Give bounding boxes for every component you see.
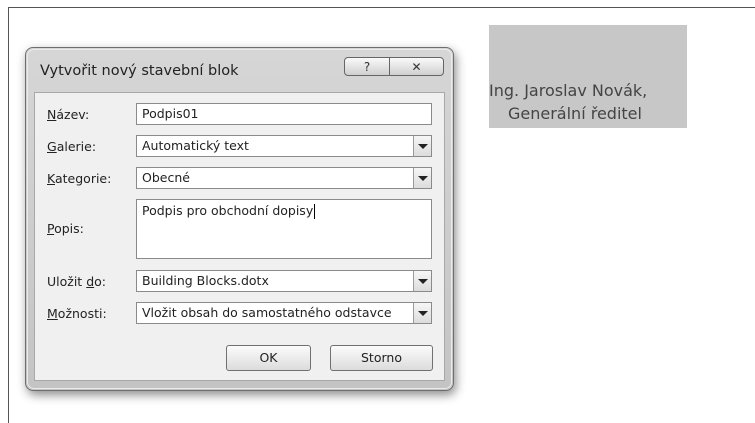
- gallery-value: Automatický text: [142, 138, 249, 153]
- name-label: Název:: [47, 107, 90, 122]
- ok-button[interactable]: OK: [226, 345, 311, 371]
- chevron-down-icon[interactable]: [413, 168, 431, 188]
- close-button[interactable]: ✕: [389, 57, 444, 76]
- name-input[interactable]: Podpis01: [136, 103, 432, 125]
- options-label: Možnosti:: [47, 306, 107, 321]
- page-top-border: [8, 7, 755, 8]
- create-building-block-dialog: Vytvořit nový stavební blok ? ✕ Název: P…: [25, 47, 454, 391]
- description-textarea[interactable]: Podpis pro obchodní dopisy: [136, 199, 432, 259]
- category-select[interactable]: Obecné: [136, 167, 432, 189]
- selected-text-line-1[interactable]: Ing. Jaroslav Novák,: [489, 81, 647, 101]
- category-value: Obecné: [142, 170, 190, 185]
- options-value: Vložit obsah do samostatného odstavce: [142, 305, 392, 320]
- text-caret: [314, 204, 316, 219]
- gallery-select[interactable]: Automatický text: [136, 135, 432, 157]
- options-select[interactable]: Vložit obsah do samostatného odstavce: [136, 302, 432, 324]
- selected-text-line-2[interactable]: Generální ředitel: [508, 104, 642, 124]
- close-icon: ✕: [411, 59, 422, 74]
- dialog-client-area: Název: Podpis01 Galerie: Automatický tex…: [34, 92, 445, 381]
- chevron-down-icon[interactable]: [413, 136, 431, 156]
- dialog-title: Vytvořit nový stavební blok: [40, 63, 239, 79]
- description-value: Podpis pro obchodní dopisy: [142, 203, 314, 218]
- help-button[interactable]: ?: [344, 57, 390, 76]
- save-to-value: Building Blocks.dotx: [142, 273, 269, 288]
- save-to-select[interactable]: Building Blocks.dotx: [136, 270, 432, 292]
- chevron-down-icon[interactable]: [413, 271, 431, 291]
- gallery-label: Galerie:: [47, 139, 97, 154]
- category-label: Kategorie:: [47, 171, 112, 186]
- chevron-down-icon[interactable]: [413, 303, 431, 323]
- page-left-border: [8, 7, 9, 423]
- save-to-label: Uložit do:: [47, 274, 106, 289]
- description-label: Popis:: [47, 221, 84, 236]
- title-buttons: ? ✕: [344, 57, 444, 76]
- cancel-button[interactable]: Storno: [330, 345, 433, 371]
- help-icon: ?: [363, 59, 371, 74]
